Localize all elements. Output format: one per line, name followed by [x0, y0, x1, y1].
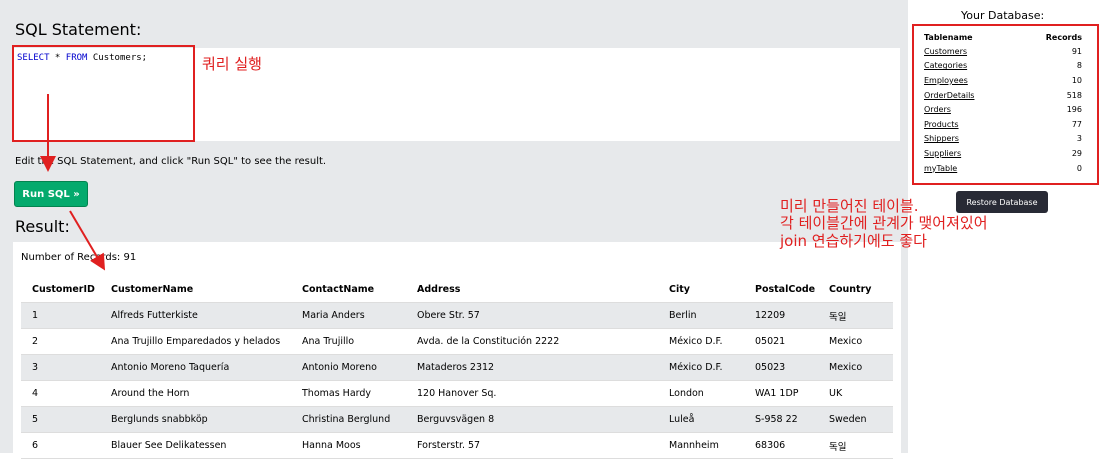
arrow-to-result: [69, 210, 106, 271]
annotation-arrows: [40, 94, 106, 271]
